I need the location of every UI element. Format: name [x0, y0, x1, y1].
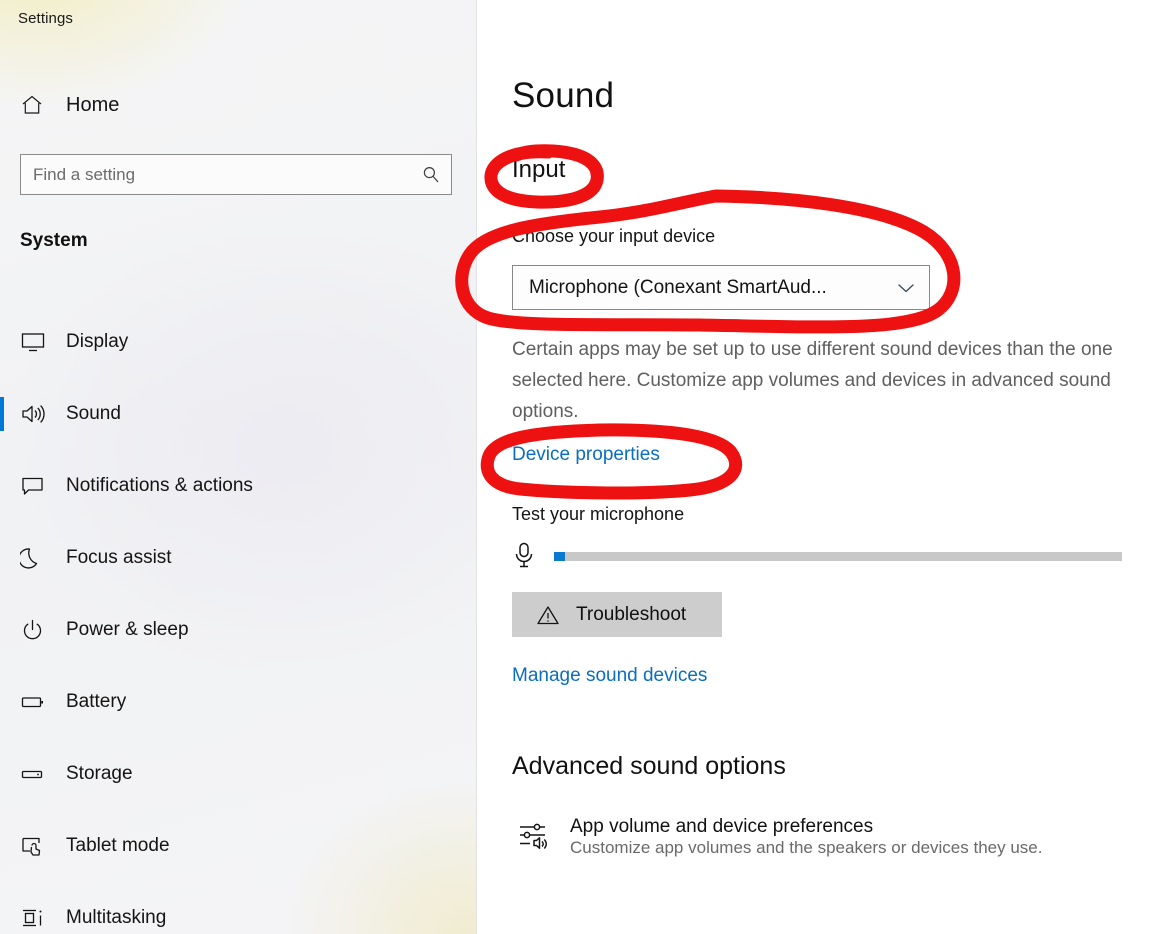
- sidebar-item-display[interactable]: Display: [0, 306, 477, 378]
- app-volume-preferences-item[interactable]: App volume and device preferences Custom…: [512, 816, 1142, 858]
- sidebar-item-focus-assist[interactable]: Focus assist: [0, 522, 477, 594]
- settings-window: Settings Home System: [0, 0, 1155, 934]
- sidebar-item-sound-label: Sound: [66, 403, 121, 424]
- input-section-heading: Input: [512, 156, 566, 183]
- sidebar-item-multitasking-label: Multitasking: [66, 907, 167, 928]
- sidebar-item-tablet-mode[interactable]: Tablet mode: [0, 810, 477, 882]
- main-content: Sound Input Choose your input device Mic…: [478, 0, 1155, 934]
- sidebar-item-battery-label: Battery: [66, 691, 127, 712]
- test-microphone-label: Test your microphone: [512, 504, 685, 524]
- choose-input-device-label: Choose your input device: [512, 226, 716, 246]
- mixer-icon: [512, 816, 556, 858]
- sidebar-item-power-sleep-label: Power & sleep: [66, 619, 189, 640]
- sidebar-item-power-sleep[interactable]: Power & sleep: [0, 594, 477, 666]
- page-title: Sound: [512, 76, 615, 115]
- input-device-value: Microphone (Conexant SmartAud...: [529, 276, 827, 298]
- search-box[interactable]: [20, 154, 452, 195]
- microphone-meter-track: [554, 551, 1122, 561]
- advanced-section-heading: Advanced sound options: [512, 752, 786, 780]
- sidebar-item-notifications-label: Notifications & actions: [66, 475, 253, 496]
- sidebar: Settings Home System: [0, 0, 477, 934]
- search-icon[interactable]: [411, 155, 451, 194]
- app-volume-preferences-title: App volume and device preferences: [570, 816, 874, 837]
- troubleshoot-button[interactable]: Troubleshoot: [512, 592, 722, 637]
- sidebar-item-storage[interactable]: Storage: [0, 738, 477, 810]
- troubleshoot-button-label: Troubleshoot: [576, 603, 687, 625]
- multitasking-icon: [20, 906, 50, 930]
- sidebar-item-home[interactable]: Home: [0, 84, 477, 126]
- speaker-icon: [20, 402, 50, 426]
- window-title: Settings: [18, 10, 73, 27]
- power-icon: [20, 618, 50, 642]
- battery-icon: [20, 690, 50, 714]
- sidebar-item-focus-assist-label: Focus assist: [66, 547, 172, 568]
- app-volume-preferences-text: App volume and device preferences Custom…: [570, 816, 1042, 858]
- device-properties-link[interactable]: Device properties: [512, 444, 660, 466]
- drive-icon: [20, 762, 50, 786]
- sidebar-item-display-label: Display: [66, 331, 129, 352]
- search-input[interactable]: [21, 155, 411, 194]
- chat-bubble-icon: [20, 474, 50, 498]
- sidebar-item-battery[interactable]: Battery: [0, 666, 477, 738]
- app-volume-preferences-subtitle: Customize app volumes and the speakers o…: [570, 838, 1043, 857]
- sidebar-item-home-label: Home: [66, 93, 120, 116]
- input-description: Certain apps may be set up to use differ…: [512, 339, 1113, 422]
- microphone-level-meter: [512, 536, 1122, 576]
- warning-triangle-icon: [536, 604, 560, 626]
- manage-sound-devices-link[interactable]: Manage sound devices: [512, 665, 707, 687]
- microphone-icon: [512, 541, 544, 571]
- chevron-down-icon: [893, 282, 919, 294]
- home-icon: [20, 93, 50, 117]
- monitor-icon: [20, 330, 50, 354]
- sidebar-item-tablet-mode-label: Tablet mode: [66, 835, 170, 856]
- sidebar-item-sound[interactable]: Sound: [0, 378, 477, 450]
- sidebar-group-title: System: [20, 230, 88, 251]
- sidebar-nav-list: Display Sound Notifications & actions Fo…: [0, 306, 477, 934]
- sidebar-item-notifications[interactable]: Notifications & actions: [0, 450, 477, 522]
- sidebar-item-storage-label: Storage: [66, 763, 133, 784]
- input-device-dropdown[interactable]: Microphone (Conexant SmartAud...: [512, 265, 930, 310]
- tablet-touch-icon: [20, 834, 50, 858]
- sidebar-item-multitasking[interactable]: Multitasking: [0, 882, 477, 934]
- moon-icon: [20, 546, 50, 570]
- microphone-meter-fill: [554, 551, 566, 561]
